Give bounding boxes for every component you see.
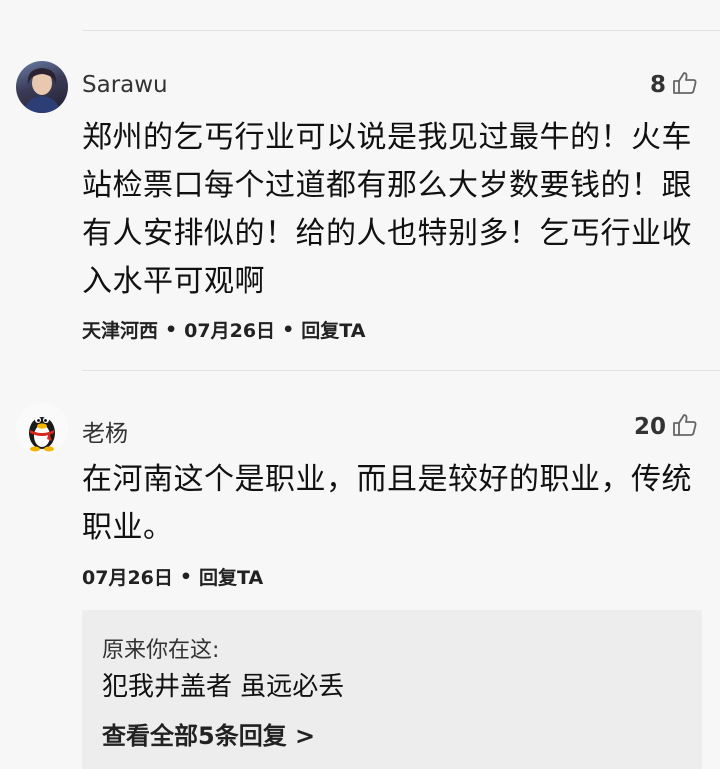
comment-text: 郑州的乞丐行业可以说是我见过最牛的！火车站检票口每个过道都有那么大岁数要钱的！跟… xyxy=(82,120,692,299)
qq-penguin-avatar[interactable] xyxy=(16,403,68,455)
thumbs-up-icon[interactable] xyxy=(672,70,698,100)
like-count: 20 xyxy=(633,414,666,440)
comment-meta: 07月26日 • 回复TA xyxy=(82,563,263,590)
like-control[interactable]: 20 xyxy=(634,412,698,442)
username[interactable]: Sarawu xyxy=(82,72,168,98)
comment-meta: 天津河西 • 07月26日 • 回复TA xyxy=(82,316,365,343)
like-control[interactable]: 8 xyxy=(650,70,698,100)
reply-author[interactable]: 原来你在这: xyxy=(102,632,219,664)
username[interactable]: 老杨 xyxy=(82,414,128,448)
reply-button[interactable]: 回复TA xyxy=(199,563,263,590)
reply-button[interactable]: 回复TA xyxy=(301,316,365,343)
meta-separator: • xyxy=(179,565,193,588)
comment-divider xyxy=(82,370,720,371)
replies-preview[interactable]: 原来你在这: 犯我井盖者 虽远必丢 查看全部5条回复 > xyxy=(82,610,702,769)
view-all-replies-link[interactable]: 查看全部5条回复 > xyxy=(102,716,315,751)
comment-location: 天津河西 xyxy=(82,320,159,342)
reply-text: 犯我井盖者 虽远必丢 xyxy=(102,672,345,702)
comment-date: 07月26日 xyxy=(82,567,173,589)
meta-separator: • xyxy=(282,318,295,341)
thumbs-up-icon[interactable] xyxy=(672,412,698,442)
top-divider xyxy=(82,30,720,31)
like-count: 8 xyxy=(649,72,666,98)
comment-text: 在河南这个是职业，而且是较好的职业，传统职业。 xyxy=(82,462,692,545)
comment-date: 07月26日 xyxy=(184,320,276,342)
meta-separator: • xyxy=(165,318,178,341)
user-avatar[interactable] xyxy=(16,61,68,113)
